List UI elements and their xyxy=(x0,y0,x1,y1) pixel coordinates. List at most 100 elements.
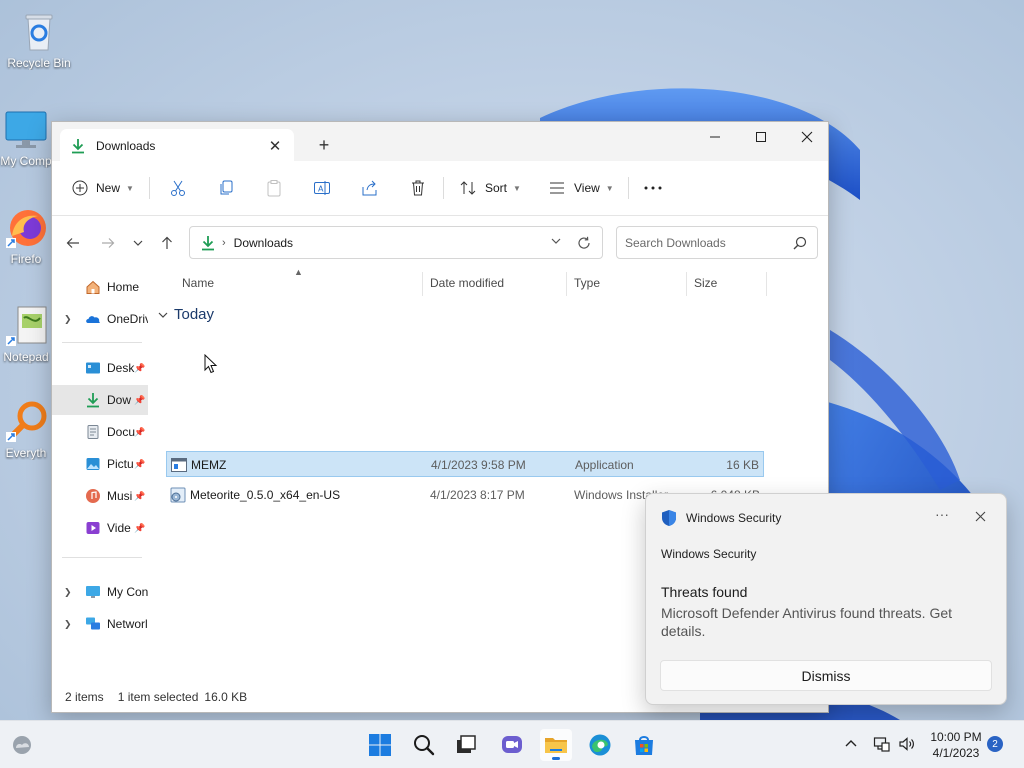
desktop-icon-my-computer[interactable]: My Comp xyxy=(0,108,52,168)
copy-button[interactable] xyxy=(217,173,235,203)
toolbar-divider xyxy=(443,177,444,199)
file-row-memz[interactable]: MEMZ 4/1/2023 9:58 PM Application 16 KB xyxy=(166,451,764,477)
refresh-icon xyxy=(578,236,590,249)
group-label: Today xyxy=(174,306,215,323)
new-tab-button[interactable]: + xyxy=(312,134,336,156)
pictures-icon xyxy=(86,458,100,470)
application-icon xyxy=(171,458,187,472)
taskbar-store[interactable] xyxy=(628,729,660,761)
toast-more-options-button[interactable]: ··· xyxy=(930,506,954,526)
downloads-icon xyxy=(72,138,84,153)
downloads-icon xyxy=(202,235,214,250)
sort-button[interactable]: Sort ▼ xyxy=(459,173,521,203)
store-icon xyxy=(635,736,653,755)
breadcrumb-separator-icon: › xyxy=(222,236,226,249)
sort-button-label: Sort xyxy=(485,181,508,195)
column-header-date[interactable]: Date modified xyxy=(430,276,504,292)
start-button[interactable] xyxy=(364,729,396,761)
clock-time: 10:00 PM xyxy=(930,730,982,744)
tab-downloads[interactable]: Downloads ✕ xyxy=(60,129,294,162)
nav-item-documents[interactable]: Docu 📌 xyxy=(52,417,148,447)
forward-button[interactable] xyxy=(96,231,120,255)
rename-button[interactable]: A xyxy=(313,173,331,203)
address-bar[interactable]: › Downloads xyxy=(189,226,603,259)
maximize-button[interactable] xyxy=(738,122,784,152)
clock-date: 4/1/2023 xyxy=(932,746,980,760)
taskbar-search-button[interactable] xyxy=(408,729,440,761)
installer-icon xyxy=(170,487,186,503)
breadcrumb-downloads[interactable]: Downloads xyxy=(234,236,293,250)
nav-item-home[interactable]: Home xyxy=(52,272,148,302)
toast-app-name: Windows Security xyxy=(686,511,782,525)
notification-count-badge[interactable]: 2 xyxy=(987,736,1003,752)
network-status-icon[interactable] xyxy=(873,735,891,753)
arrow-up-icon xyxy=(162,236,172,249)
desktop-icon-recycle-bin[interactable]: Recycle Bin xyxy=(1,10,77,70)
toolbar-divider xyxy=(628,177,629,199)
up-button[interactable] xyxy=(155,231,179,255)
selection-size: 16.0 KB xyxy=(204,690,248,704)
search-box[interactable] xyxy=(616,226,818,259)
task-view-button[interactable] xyxy=(450,729,482,761)
music-icon xyxy=(86,489,100,503)
refresh-button[interactable] xyxy=(574,233,594,253)
taskbar: 10:00 PM 4/1/2023 xyxy=(0,720,1024,768)
edge-icon xyxy=(589,734,611,756)
column-divider[interactable] xyxy=(686,272,687,296)
group-header-today[interactable]: Today xyxy=(158,306,214,323)
taskbar-file-explorer[interactable] xyxy=(540,729,572,761)
back-button[interactable] xyxy=(61,231,85,255)
dismiss-button[interactable]: Dismiss xyxy=(660,660,992,691)
cut-button[interactable] xyxy=(169,173,187,203)
tab-title: Downloads xyxy=(96,138,156,153)
title-bar: Downloads ✕ + xyxy=(52,122,828,162)
desktop-icon-firefox[interactable]: Firefo xyxy=(0,206,52,266)
toast-close-button[interactable] xyxy=(969,506,991,526)
volume-icon[interactable] xyxy=(898,735,916,753)
nav-item-pictures[interactable]: Pictu 📌 xyxy=(52,449,148,479)
chat-button[interactable] xyxy=(496,729,528,761)
nav-item-videos[interactable]: Vide 📌 xyxy=(52,513,148,543)
column-header-name[interactable]: Name xyxy=(182,276,214,292)
delete-button[interactable] xyxy=(409,173,427,203)
address-history-button[interactable] xyxy=(550,235,562,250)
command-bar: New ▼ A Sort ▼ View ▼ xyxy=(52,161,828,216)
nav-item-desktop[interactable]: Desk 📌 xyxy=(52,353,148,383)
more-options-button[interactable] xyxy=(642,173,664,203)
column-divider[interactable] xyxy=(422,272,423,296)
documents-icon xyxy=(87,425,99,439)
view-button[interactable]: View ▼ xyxy=(548,173,614,203)
nav-item-downloads[interactable]: Dow 📌 xyxy=(52,385,148,415)
close-tab-button[interactable]: ✕ xyxy=(266,137,284,155)
paste-button[interactable] xyxy=(265,173,283,203)
chevron-down-icon xyxy=(158,312,168,318)
computer-icon xyxy=(86,586,100,598)
nav-item-network[interactable]: ❯ Networl xyxy=(52,609,148,639)
search-input[interactable] xyxy=(625,233,785,253)
desktop-icon-everything[interactable]: Everyth xyxy=(0,400,52,460)
share-button[interactable] xyxy=(361,173,379,203)
column-header-type[interactable]: Type xyxy=(574,276,600,292)
column-header-size[interactable]: Size xyxy=(694,276,717,292)
column-divider[interactable] xyxy=(766,272,767,296)
column-divider[interactable] xyxy=(566,272,567,296)
taskbar-edge[interactable] xyxy=(584,729,616,761)
notification-toast[interactable]: Windows Security ··· Windows Security Th… xyxy=(645,493,1007,705)
desktop-icon-notepad[interactable]: Notepad xyxy=(0,304,52,364)
minimize-icon xyxy=(710,136,720,138)
pin-icon: 📌 xyxy=(134,522,146,533)
toast-attribution: Windows Security xyxy=(661,547,757,561)
show-hidden-icons-button[interactable] xyxy=(842,735,860,753)
toast-app-header: Windows Security xyxy=(661,509,781,527)
recent-locations-button[interactable] xyxy=(126,231,150,255)
nav-item-onedrive[interactable]: ❯ OneDriv xyxy=(52,304,148,334)
minimize-button[interactable] xyxy=(692,122,738,152)
close-window-button[interactable] xyxy=(784,122,828,152)
system-clock[interactable]: 10:00 PM 4/1/2023 xyxy=(920,729,992,761)
nav-item-my-computer[interactable]: ❯ My Con xyxy=(52,577,148,607)
desktop-folder-icon xyxy=(86,362,100,374)
new-button[interactable]: New ▼ xyxy=(72,173,134,203)
nav-item-music[interactable]: Musi 📌 xyxy=(52,481,148,511)
taskbar-weather[interactable] xyxy=(6,729,38,761)
file-date: 4/1/2023 8:17 PM xyxy=(430,488,525,502)
